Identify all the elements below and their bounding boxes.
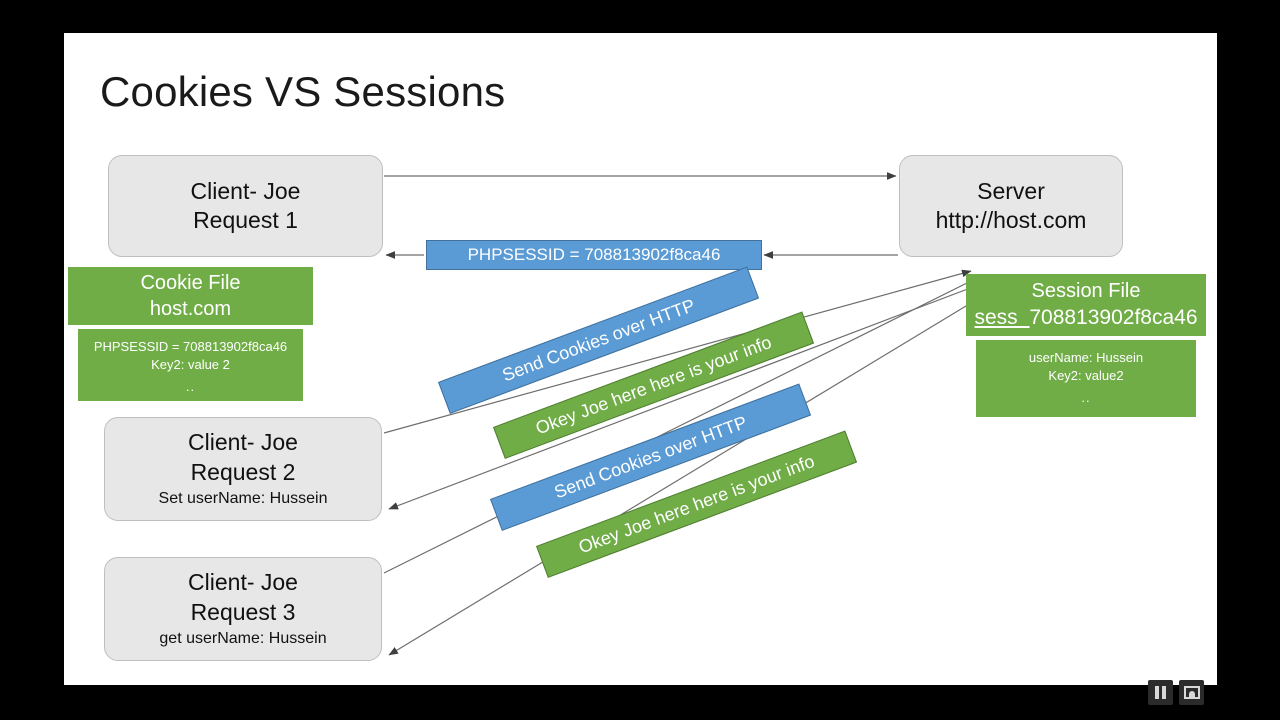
session-file-body: userName: Hussein Key2: value2 .. <box>976 340 1196 417</box>
node-client-request-2[interactable]: Client- Joe Request 2 Set userName: Huss… <box>104 417 382 521</box>
session-entry-ellipsis: .. <box>1081 389 1091 405</box>
pause-button[interactable] <box>1148 680 1173 705</box>
node-label-line1: Client- Joe <box>190 177 301 204</box>
node-server[interactable]: Server http://host.com <box>899 155 1123 257</box>
cookie-file-domain: host.com <box>149 298 232 320</box>
node-label-line2: Request 2 <box>190 458 296 485</box>
node-label-line2: http://host.com <box>935 207 1087 233</box>
node-label-line2: Request 1 <box>193 207 298 233</box>
pause-icon <box>1155 686 1166 699</box>
session-file-id-prefix: sess_ <box>974 306 1030 330</box>
node-label-line1: Client- Joe <box>188 569 298 596</box>
session-file-id-value: 708813902f8ca46 <box>1029 306 1198 330</box>
session-entry-2: Key2: value2 <box>1048 368 1124 384</box>
session-file-header: Session File sess_708813902f8ca46 <box>966 274 1206 336</box>
slide-canvas: Cookies VS Sessions Client- Joe Request … <box>64 33 1217 685</box>
banner-phpsessid: PHPSESSID = 708813902f8ca46 <box>426 240 762 270</box>
link-server-to-client3 <box>388 282 1005 656</box>
node-label-line1: Server <box>977 177 1045 204</box>
picture-in-picture-button[interactable] <box>1179 680 1204 705</box>
session-entry-1: userName: Hussein <box>1028 350 1144 365</box>
picture-in-picture-icon <box>1183 686 1200 699</box>
cookie-file-body: PHPSESSID = 708813902f8ca46 Key2: value … <box>78 329 303 401</box>
node-label-line2: Request 3 <box>190 598 296 625</box>
node-client-request-3[interactable]: Client- Joe Request 3 get userName: Huss… <box>104 557 382 661</box>
cookie-file-title: Cookie File <box>140 271 241 294</box>
session-file-id: sess_708813902f8ca46 <box>974 304 1197 332</box>
cookie-entry-2: Key2: value 2 <box>151 357 230 373</box>
node-label-line1: Client- Joe <box>188 429 298 456</box>
video-frame: Cookies VS Sessions Client- Joe Request … <box>0 0 1280 720</box>
cookie-entry-1: PHPSESSID = 708813902f8ca46 <box>93 339 288 354</box>
node-label-line3: get userName: Hussein <box>159 630 327 648</box>
player-controls <box>1148 680 1204 705</box>
session-file-title: Session File <box>1031 279 1141 302</box>
node-client-request-1[interactable]: Client- Joe Request 1 <box>108 155 383 257</box>
cookie-entry-ellipsis: .. <box>185 378 196 394</box>
cookie-file-header: Cookie File host.com <box>68 267 313 325</box>
node-label-line3: Set userName: Hussein <box>158 490 328 508</box>
